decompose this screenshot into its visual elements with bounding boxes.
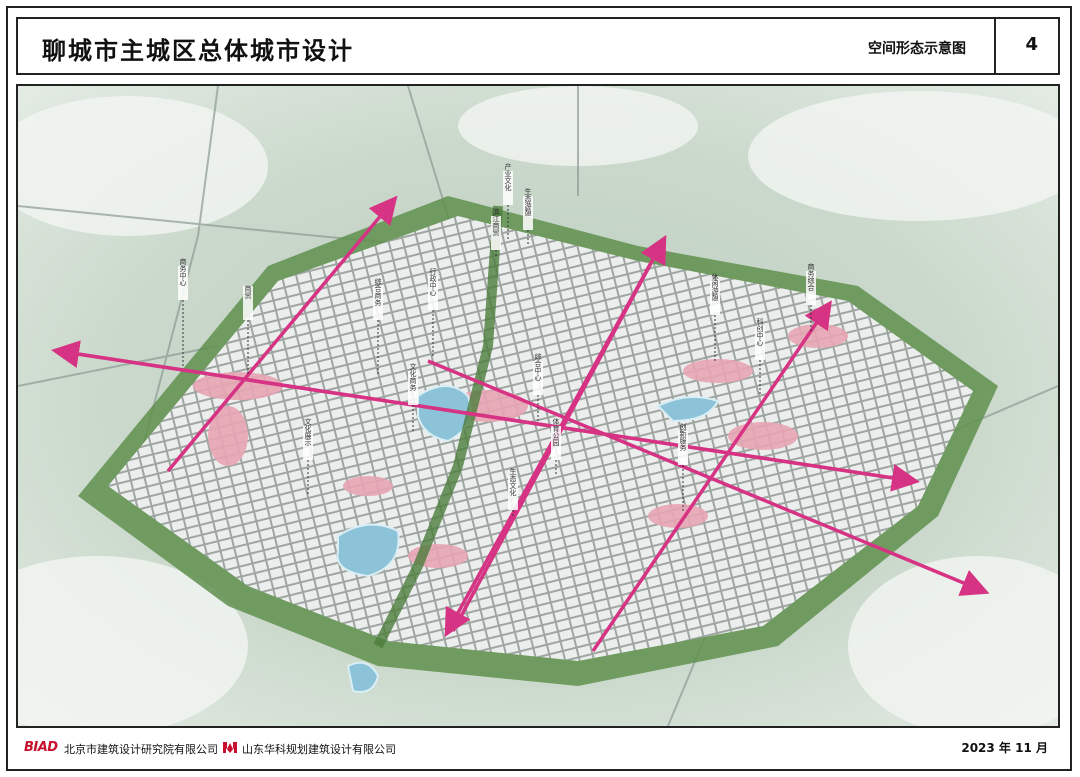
footer-bar: BIAD 北京市建筑设计研究院有限公司 山东华科规划建筑设计有限公司 2023 … [16, 736, 1060, 762]
map-label: 行政中心 [429, 267, 437, 296]
issue-date: 2023 年 11 月 [961, 741, 1048, 755]
map-label: 商务中心 [179, 257, 187, 286]
header-divider [994, 19, 996, 73]
page-subtitle: 空间形态示意图 [868, 41, 966, 57]
spatial-form-map: 产业文化 生态游憩 滨江商贸 商务中心 商贸 综合商务 行政中心 文化商务 综合… [16, 84, 1060, 728]
map-label: 综合中心 [534, 352, 542, 381]
header-bar: 聊城市主城区总体城市设计 空间形态示意图 4 [16, 17, 1060, 75]
map-label: 科创中心 [756, 317, 764, 346]
map-label: 商贸 [244, 284, 252, 300]
page-title: 聊城市主城区总体城市设计 [42, 37, 354, 65]
map-label: 创新服务 [679, 422, 687, 452]
map-label: 文化展示 [304, 417, 312, 446]
map-label: 综合商务 [374, 277, 382, 307]
org1-name: 北京市建筑设计研究院有限公司 [64, 743, 218, 756]
map-label: 生态文化 [509, 467, 517, 497]
map-illustration: 产业文化 生态游憩 滨江商贸 商务中心 商贸 综合商务 行政中心 文化商务 综合… [18, 86, 1058, 726]
map-label: 生态游憩 [524, 187, 532, 216]
page-number: 4 [1025, 34, 1038, 55]
map-label: 体育公园 [552, 417, 560, 447]
map-label: 滨江商贸 [492, 207, 500, 237]
biad-logo: BIAD [24, 740, 58, 755]
org2-name: 山东华科规划建筑设计有限公司 [242, 743, 396, 756]
huake-logo-icon [223, 742, 237, 753]
map-label: 产业文化 [504, 162, 512, 192]
map-label: 文化商务 [409, 362, 417, 392]
map-label: 休闲游憩 [711, 272, 719, 301]
map-label: 商务综合 [807, 262, 815, 292]
